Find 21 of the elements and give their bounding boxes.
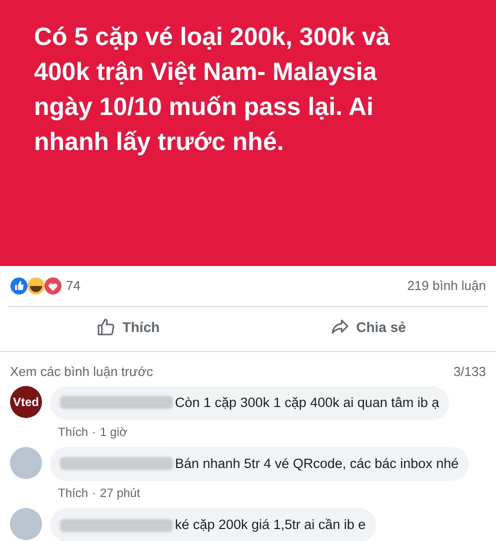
avatar-placeholder[interactable]	[10, 508, 42, 540]
comment-text: Còn 1 cặp 300k 1 cặp 400k ai quan tâm ib ạ	[175, 394, 440, 412]
like-button[interactable]: Thích	[8, 307, 248, 347]
thumbs-up-icon	[96, 317, 116, 337]
comment-like-link[interactable]: Thích	[58, 422, 88, 441]
comment-like-link[interactable]: Thích	[58, 484, 88, 502]
avatar-placeholder[interactable]	[10, 446, 42, 479]
comment-text: Bán nhanh 5tr 4 vé QRcode, các bác inbox nhé	[175, 454, 459, 473]
reaction-icons	[10, 277, 62, 295]
avatar-logo[interactable]: Vted	[10, 386, 42, 418]
reaction-count: 74	[66, 277, 80, 296]
comment-time: 1 giờ	[100, 424, 128, 441]
share-button[interactable]: Chia sẻ	[248, 307, 488, 347]
previous-comments-link[interactable]: Xem các bình luận trước	[10, 362, 153, 382]
comments-counter: 3/133	[453, 363, 486, 381]
separator-dot: ·	[92, 485, 96, 502]
comment-count[interactable]: 219 bình luận	[407, 276, 486, 296]
comment-text: ké cặp 200k giá 1,5tr ai cần ib e	[175, 516, 366, 534]
post-text: Có 5 cặp vé loại 200k, 300k và 400k trận Việt Nam- Malaysia ngày 10/10 muốn pass lại. Ai nhanh lấy trước nhé.	[34, 22, 391, 158]
comment-time: 27 phút	[100, 485, 140, 502]
separator-dot: ·	[92, 424, 96, 441]
